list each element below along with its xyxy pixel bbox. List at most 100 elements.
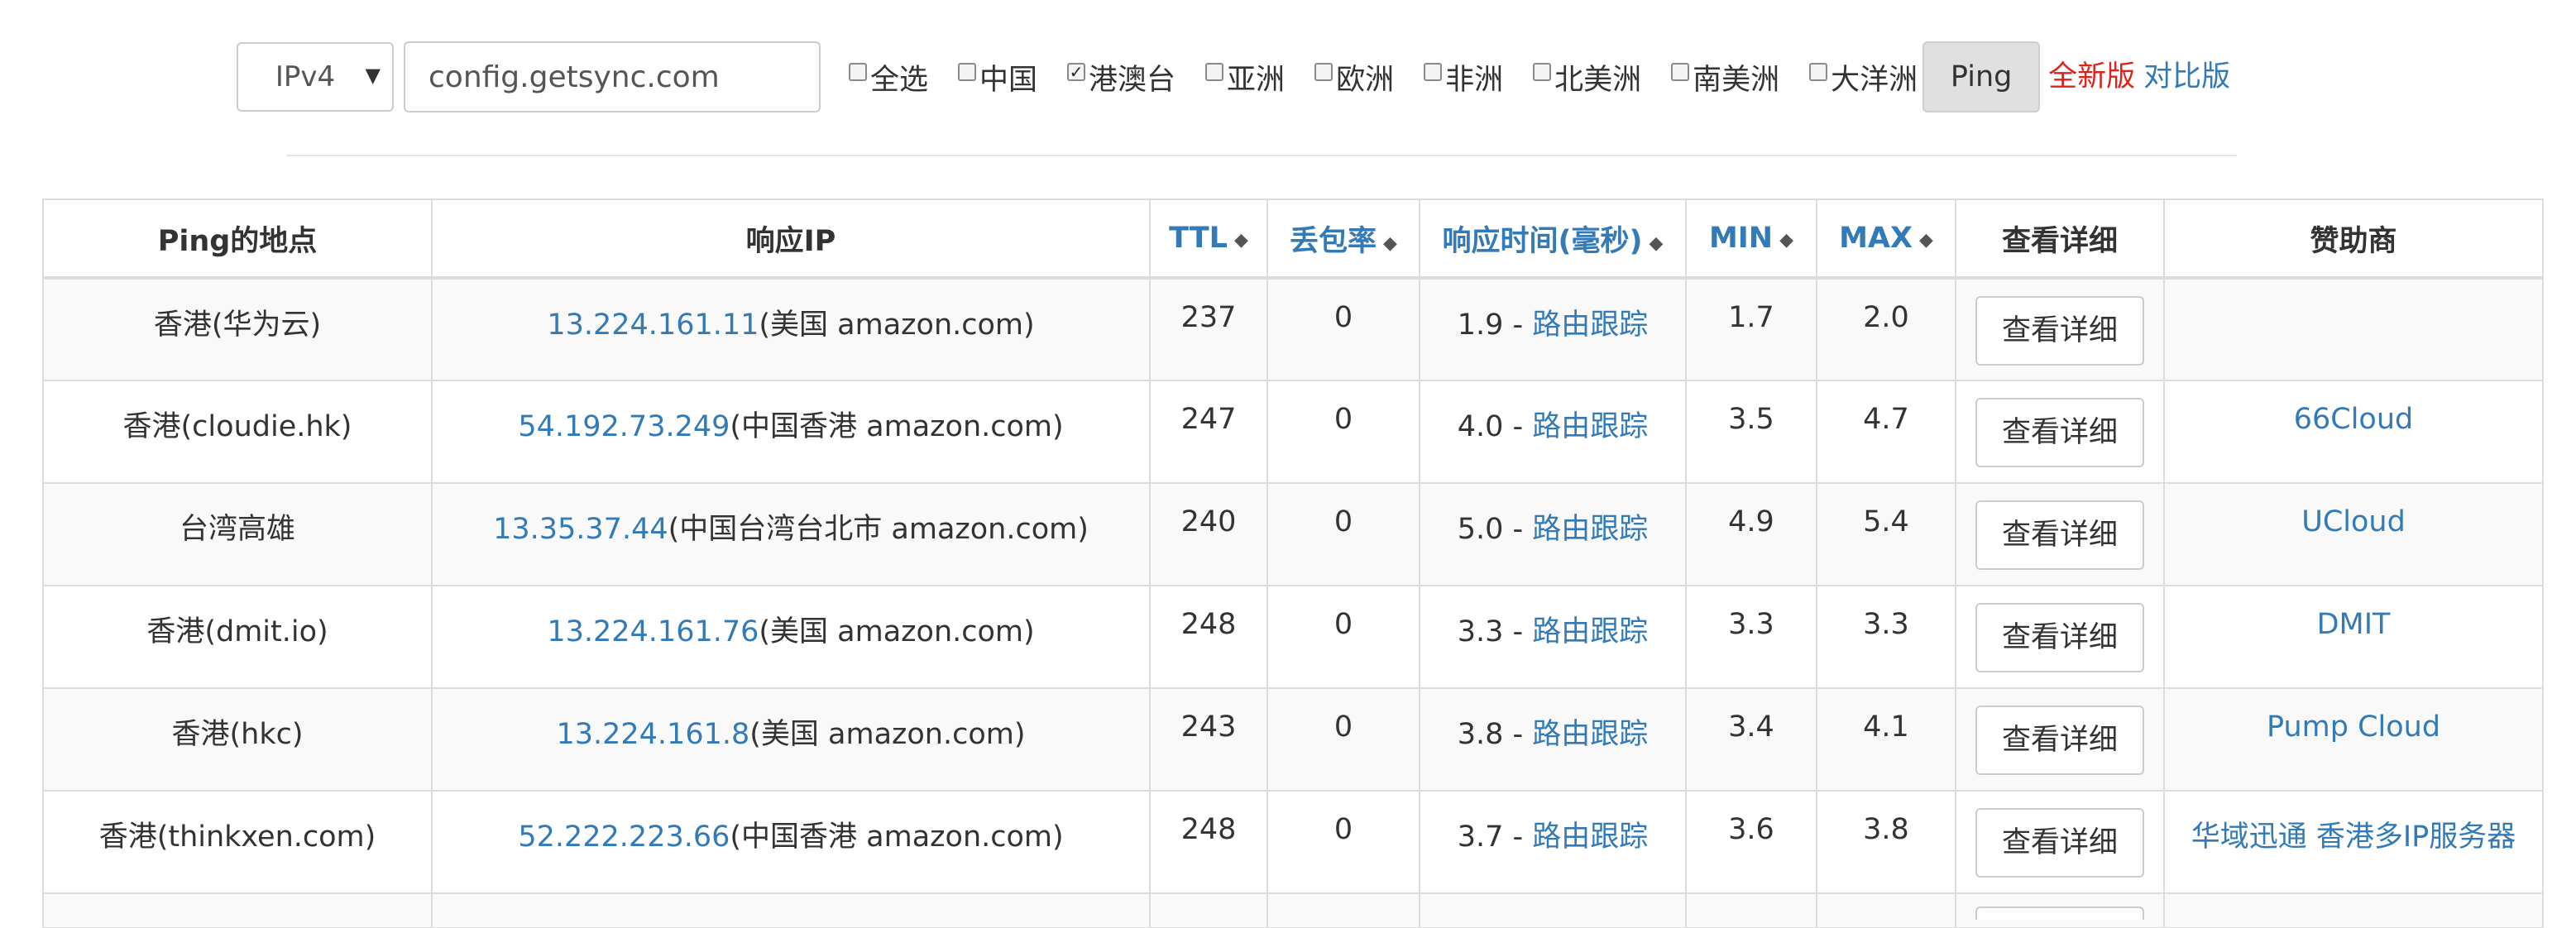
ttl-cell: 247 [1149, 380, 1268, 484]
sponsor-cell[interactable]: Pump Cloud [2163, 687, 2544, 792]
header-ip: 响应IP [431, 199, 1151, 280]
region-checkbox-hk-macau-taiwan[interactable]: ✓ 港澳台 [1067, 56, 1175, 98]
time-value: 1.9 [1457, 309, 1504, 342]
ip-link[interactable]: 13.35.37.44 [493, 513, 668, 546]
header-label: TTL [1169, 222, 1228, 255]
ip-link[interactable]: 52.222.223.66 [518, 820, 730, 854]
ip-info: (中国香港 amazon.com) [730, 820, 1064, 854]
time-value: 5.0 [1457, 513, 1504, 546]
ip-version-select[interactable]: IPv4 ▼ [237, 42, 394, 112]
traceroute-link[interactable]: 路由跟踪 [1532, 615, 1648, 648]
traceroute-link[interactable]: 路由跟踪 [1532, 513, 1648, 546]
max-cell: 2.0 [1816, 277, 1956, 381]
checkbox[interactable] [1205, 63, 1224, 81]
checkbox[interactable] [1809, 63, 1828, 81]
traceroute-link[interactable]: 路由跟踪 [1532, 410, 1648, 443]
traceroute-link[interactable]: 路由跟踪 [1532, 309, 1648, 342]
ip-link[interactable]: 54.192.73.249 [518, 410, 730, 443]
checkbox[interactable] [849, 63, 867, 81]
detail-cell: 查看详细 [1955, 277, 2165, 381]
view-detail-button[interactable]: 查看详细 [1975, 500, 2144, 570]
min-cell: 4.9 [1685, 482, 1817, 586]
region-filters: 全选 中国 ✓ 港澳台 亚洲 欧洲 非洲 北美洲 南美洲 大洋洲 [849, 56, 1918, 98]
ip-cell: 13.224.161.8(美国 amazon.com) [431, 687, 1151, 792]
table-header-row: Ping的地点 响应IP TTL ◆ 丢包率 ◆ 响应时间(毫秒) ◆ MIN ◆ MA… [42, 199, 2544, 280]
max-cell: 4.7 [1816, 380, 1956, 484]
ip-link[interactable]: 13.224.161.76 [547, 615, 759, 648]
max-cell: 3.3 [1816, 585, 1956, 689]
region-label: 欧洲 [1336, 63, 1395, 97]
checkbox[interactable] [1314, 63, 1333, 81]
region-checkbox-china[interactable]: 中国 [958, 56, 1037, 98]
ip-cell: 13.224.161.11(美国 amazon.com) [431, 277, 1151, 381]
table-row: 台湾高雄 13.35.37.44(中国台湾台北市 amazon.com) 240… [42, 482, 2544, 586]
sponsor-cell[interactable]: 66Cloud [2163, 380, 2544, 484]
header-loss[interactable]: 丢包率 ◆ [1266, 199, 1420, 280]
header-max[interactable]: MAX ◆ [1816, 199, 1956, 280]
view-detail-button[interactable]: 查看详细 [1975, 603, 2144, 672]
view-detail-button[interactable] [1975, 906, 2144, 920]
loss-cell: 0 [1266, 790, 1420, 894]
region-checkbox-north-america[interactable]: 北美洲 [1533, 56, 1641, 98]
checkbox[interactable] [1424, 63, 1443, 81]
detail-cell: 查看详细 [1955, 585, 2165, 689]
region-checkbox-asia[interactable]: 亚洲 [1205, 56, 1285, 98]
checkbox[interactable] [1533, 63, 1552, 81]
view-detail-button[interactable]: 查看详细 [1975, 808, 2144, 878]
loss-cell: 0 [1266, 585, 1420, 689]
checkbox-checked[interactable]: ✓ [1067, 63, 1086, 81]
region-checkbox-oceania[interactable]: 大洋洲 [1809, 56, 1918, 98]
location-cell: 香港(hkc) [42, 687, 433, 792]
detail-cell: 查看详细 [1955, 790, 2165, 894]
ping-button[interactable]: Ping [1922, 41, 2041, 112]
region-checkbox-south-america[interactable]: 南美洲 [1671, 56, 1779, 98]
checkbox[interactable] [1671, 63, 1690, 81]
min-cell: 3.3 [1685, 585, 1817, 689]
header-ttl[interactable]: TTL ◆ [1149, 199, 1268, 280]
sponsor-cell[interactable]: DMIT [2163, 585, 2544, 689]
region-label: 非洲 [1445, 63, 1504, 97]
sponsor-cell[interactable]: UCloud [2163, 482, 2544, 586]
time-cell: 3.3 - 路由跟踪 [1419, 585, 1687, 689]
region-label: 全选 [870, 63, 929, 97]
ip-version-value: IPv4 [275, 60, 336, 93]
view-detail-button[interactable]: 查看详细 [1975, 398, 2144, 467]
ttl-cell: 248 [1149, 790, 1268, 894]
separator: - [1503, 513, 1533, 546]
location-cell: 香港(dmit.io) [42, 585, 433, 689]
traceroute-link[interactable]: 路由跟踪 [1532, 718, 1648, 751]
loss-cell: 0 [1266, 277, 1420, 381]
location-cell: 香港(thinkxen.com) [42, 790, 433, 894]
new-version-link[interactable]: 全新版 [2048, 53, 2135, 95]
sponsor-cell[interactable] [2163, 277, 2544, 381]
ip-link[interactable]: 13.224.161.11 [547, 309, 759, 342]
ttl-cell: 248 [1149, 585, 1268, 689]
host-input[interactable] [404, 41, 821, 112]
header-min[interactable]: MIN ◆ [1685, 199, 1817, 280]
region-checkbox-europe[interactable]: 欧洲 [1314, 56, 1394, 98]
view-detail-button[interactable]: 查看详细 [1975, 296, 2144, 366]
ping-results-table: Ping的地点 响应IP TTL ◆ 丢包率 ◆ 响应时间(毫秒) ◆ MIN ◆ MA… [42, 199, 2544, 928]
traceroute-link[interactable]: 路由跟踪 [1532, 820, 1648, 854]
view-detail-button[interactable]: 查看详细 [1975, 706, 2144, 775]
max-cell: 5.4 [1816, 482, 1956, 586]
sort-icon: ◆ [1649, 232, 1664, 254]
ip-link[interactable]: 13.224.161.8 [556, 718, 749, 751]
time-cell: 3.8 - 路由跟踪 [1419, 687, 1687, 792]
divider [286, 155, 2237, 156]
separator: - [1503, 615, 1533, 648]
ip-cell: 13.224.161.76(美国 amazon.com) [431, 585, 1151, 689]
region-checkbox-africa[interactable]: 非洲 [1424, 56, 1503, 98]
header-response-time[interactable]: 响应时间(毫秒) ◆ [1419, 199, 1687, 280]
location-cell: 香港(华为云) [42, 277, 433, 381]
ttl-cell: 237 [1149, 277, 1268, 381]
header-label: MAX [1839, 222, 1913, 255]
checkbox[interactable] [958, 63, 977, 81]
loss-cell: 0 [1266, 380, 1420, 484]
sponsor-cell[interactable]: 华域迅通 香港多IP服务器 [2163, 790, 2544, 894]
header-sponsor: 赞助商 [2163, 199, 2544, 280]
sort-icon: ◆ [1779, 230, 1794, 251]
region-checkbox-all[interactable]: 全选 [849, 56, 928, 98]
separator: - [1503, 410, 1533, 443]
compare-version-link[interactable]: 对比版 [2143, 53, 2230, 95]
